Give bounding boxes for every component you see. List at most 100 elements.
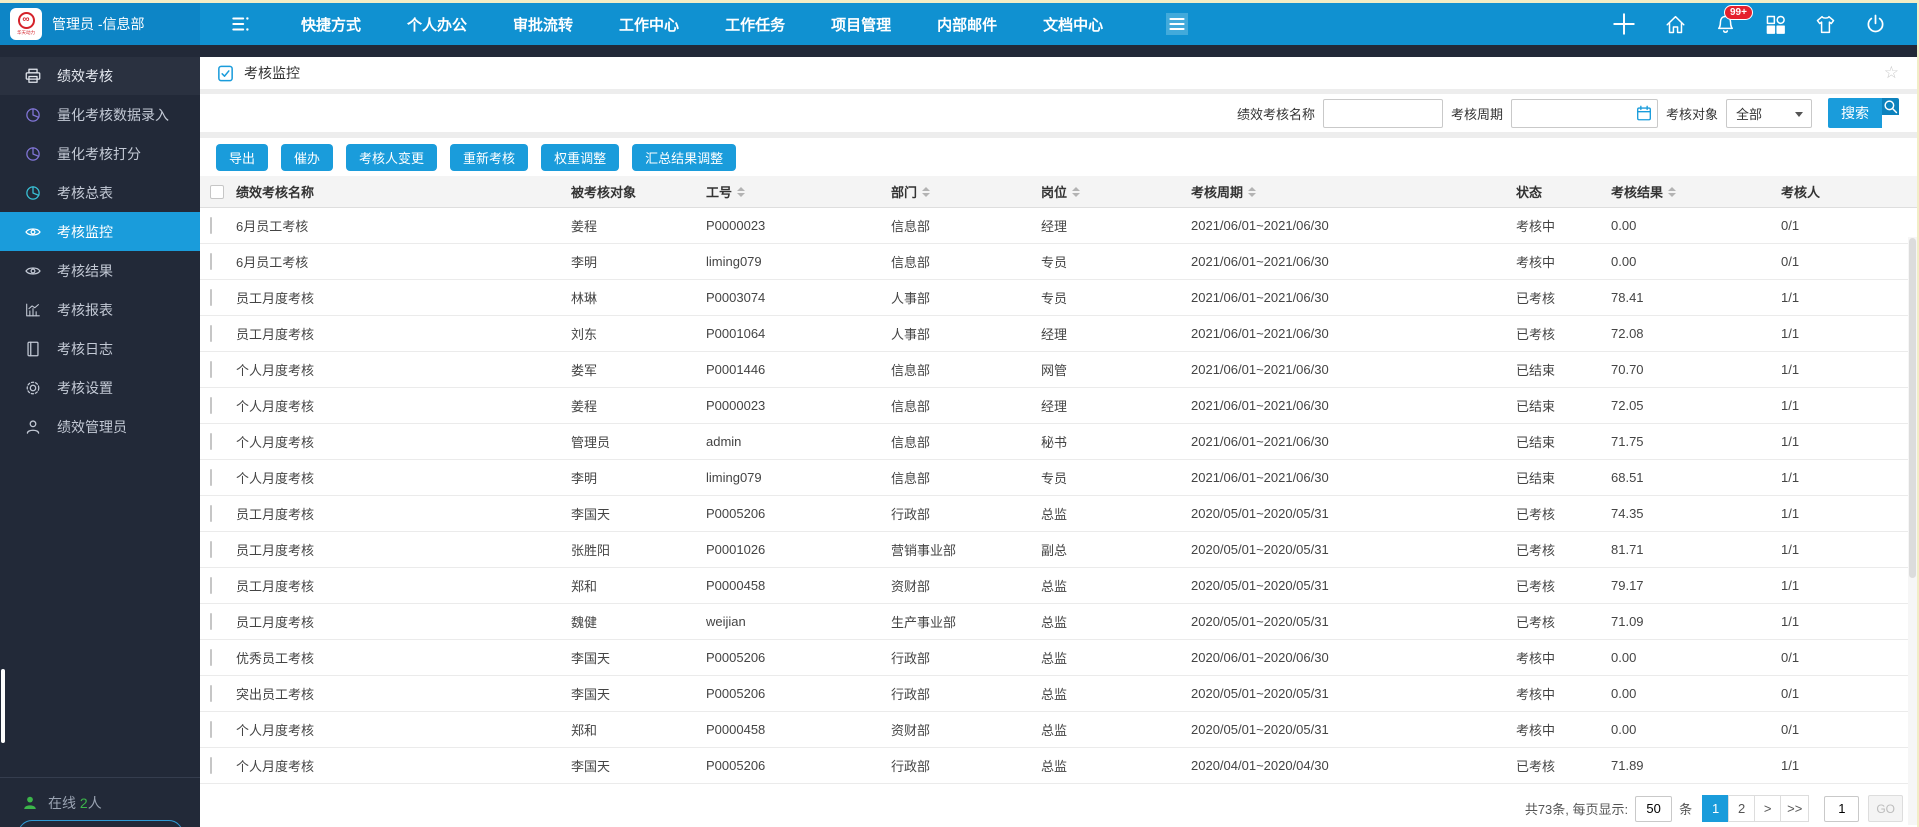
sidebar-item[interactable]: 考核总表 bbox=[0, 173, 200, 212]
page-button[interactable]: 2 bbox=[1728, 795, 1756, 822]
toolbar-button[interactable]: 催办 bbox=[281, 143, 334, 171]
row-checkbox[interactable] bbox=[210, 721, 212, 738]
table-scrollbar-thumb[interactable] bbox=[1909, 238, 1916, 578]
table-cell: 员工月度考核 bbox=[236, 579, 315, 594]
search-button[interactable]: 搜索 bbox=[1828, 98, 1899, 128]
toolbar-button[interactable]: 考核人变更 bbox=[346, 143, 438, 171]
table-row[interactable]: 6月员工考核 李明 liming079 信息部 专员 2021/06/01~2021/06… bbox=[200, 244, 1917, 280]
search-target-select[interactable]: 全部 bbox=[1726, 98, 1812, 128]
table-row[interactable]: 员工月度考核 郑和 P0000458 资财部 总监 2020/05/01~2020/05/… bbox=[200, 568, 1917, 604]
sidebar-scroll-handle[interactable] bbox=[1, 669, 5, 743]
row-checkbox[interactable] bbox=[210, 577, 212, 594]
nav-item[interactable]: 工作任务 bbox=[725, 14, 785, 35]
nav-item[interactable]: 快捷方式 bbox=[301, 14, 361, 35]
search-name-input[interactable] bbox=[1322, 98, 1443, 128]
search-period-input[interactable] bbox=[1510, 98, 1658, 128]
column-header-label: 绩效考核名称 bbox=[236, 185, 315, 200]
row-checkbox[interactable] bbox=[210, 325, 212, 342]
star-icon[interactable]: ☆ bbox=[1884, 63, 1899, 83]
nav-item[interactable]: 内部邮件 bbox=[937, 14, 997, 35]
row-checkbox[interactable] bbox=[210, 613, 212, 630]
sidebar-module-header[interactable]: 绩效考核 bbox=[0, 57, 200, 95]
column-header-label: 考核人 bbox=[1781, 185, 1821, 200]
table-scrollbar[interactable] bbox=[1908, 237, 1917, 825]
sidebar-item[interactable]: 考核日志 bbox=[0, 329, 200, 368]
table-row[interactable]: 优秀员工考核 李国天 P0005206 行政部 总监 2020/06/01~2020/06… bbox=[200, 640, 1917, 676]
table-row[interactable]: 个人月度考核 姜程 P0000023 信息部 经理 2021/06/01~2021/06/… bbox=[200, 388, 1917, 424]
sidebar-item[interactable]: 考核结果 bbox=[0, 251, 200, 290]
sort-arrows-icon[interactable] bbox=[1072, 186, 1081, 197]
table-row[interactable]: 员工月度考核 林琳 P0003074 人事部 专员 2021/06/01~2021/06/… bbox=[200, 280, 1917, 316]
row-checkbox[interactable] bbox=[210, 433, 212, 450]
sidebar-item[interactable]: 考核报表 bbox=[0, 290, 200, 329]
sidebar-item[interactable]: 量化考核数据录入 bbox=[0, 95, 200, 134]
column-header[interactable]: 考核周期 bbox=[1191, 182, 1516, 201]
toolbar-button[interactable]: 重新考核 bbox=[450, 143, 529, 171]
more-menu-button[interactable] bbox=[1166, 13, 1189, 35]
row-checkbox[interactable] bbox=[210, 649, 212, 666]
sort-arrows-icon[interactable] bbox=[922, 186, 931, 197]
table-row[interactable]: 员工月度考核 魏健 weijian 生产事业部 总监 2020/05/01~2020/05… bbox=[200, 604, 1917, 640]
toolbar-button[interactable]: 导出 bbox=[216, 143, 269, 171]
home-icon[interactable] bbox=[1664, 13, 1687, 36]
column-header[interactable]: 工号 bbox=[706, 182, 891, 201]
table-row[interactable]: 员工月度考核 张胜阳 P0001026 营销事业部 副总 2020/05/01~2020/… bbox=[200, 532, 1917, 568]
nav-item[interactable]: 文档中心 bbox=[1043, 14, 1103, 35]
go-button[interactable]: GO bbox=[1868, 795, 1903, 822]
sidebar-item[interactable]: 绩效管理员 bbox=[0, 407, 200, 446]
plus-icon[interactable] bbox=[1611, 11, 1637, 37]
table-row[interactable]: 员工月度考核 刘东 P0001064 人事部 经理 2021/06/01~2021/06/… bbox=[200, 316, 1917, 352]
table-row[interactable]: 个人月度考核 管理员 admin 信息部 秘书 2021/06/01~2021/06/30… bbox=[200, 424, 1917, 460]
page-button[interactable]: 1 bbox=[1702, 795, 1730, 822]
row-checkbox[interactable] bbox=[210, 541, 212, 558]
last-page-button[interactable]: >> bbox=[1780, 795, 1810, 822]
table-cell: 71.89 bbox=[1611, 758, 1644, 773]
table-row[interactable]: 个人月度考核 郑和 P0000458 资财部 总监 2020/05/01~2020/05/… bbox=[200, 712, 1917, 748]
select-all-checkbox[interactable] bbox=[210, 184, 224, 199]
row-checkbox[interactable] bbox=[210, 289, 212, 306]
next-page-button[interactable]: > bbox=[1754, 795, 1782, 822]
row-checkbox[interactable] bbox=[210, 361, 212, 378]
row-checkbox[interactable] bbox=[210, 685, 212, 702]
apps-icon[interactable] bbox=[1764, 13, 1787, 36]
toolbar-button[interactable]: 汇总结果调整 bbox=[632, 143, 737, 171]
row-checkbox[interactable] bbox=[210, 217, 212, 234]
sidebar-item[interactable]: 考核设置 bbox=[0, 368, 200, 407]
table-cell: 72.08 bbox=[1611, 326, 1644, 341]
table-row[interactable]: 个人月度考核 娄军 P0001446 信息部 网管 2021/06/01~2021/06/… bbox=[200, 352, 1917, 388]
power-icon[interactable] bbox=[1864, 13, 1887, 36]
row-checkbox[interactable] bbox=[210, 757, 212, 774]
column-header[interactable]: 考核结果 bbox=[1611, 182, 1781, 201]
row-checkbox[interactable] bbox=[210, 469, 212, 486]
table-row[interactable]: 突出员工考核 李国天 P0005206 行政部 总监 2020/05/01~2020/05… bbox=[200, 676, 1917, 712]
sidebar-bottom-button[interactable] bbox=[18, 820, 183, 827]
page-size-input[interactable] bbox=[1635, 795, 1673, 822]
sort-arrows-icon[interactable] bbox=[1668, 186, 1677, 197]
nav-item[interactable]: 项目管理 bbox=[831, 14, 891, 35]
nav-item[interactable]: 审批流转 bbox=[513, 14, 573, 35]
toolbar-button[interactable]: 权重调整 bbox=[541, 143, 620, 171]
bell-icon[interactable]: 99+ bbox=[1714, 4, 1753, 36]
table-cell: 总监 bbox=[1041, 759, 1068, 774]
table-row[interactable]: 6月员工考核 姜程 P0000023 信息部 经理 2021/06/01~2021/06/… bbox=[200, 208, 1917, 244]
table-cell: 2020/05/01~2020/05/31 bbox=[1191, 578, 1329, 593]
sort-arrows-icon[interactable] bbox=[1248, 186, 1257, 197]
table-row[interactable]: 个人月度考核 李国天 P0005206 行政部 总监 2020/04/01~2020/04… bbox=[200, 748, 1917, 784]
table-cell: 信息部 bbox=[891, 399, 931, 414]
sidebar-item[interactable]: 量化考核打分 bbox=[0, 134, 200, 173]
nav-item[interactable]: 工作中心 bbox=[619, 14, 679, 35]
column-header[interactable]: 部门 bbox=[891, 182, 1041, 201]
table-row[interactable]: 个人月度考核 李明 liming079 信息部 专员 2021/06/01~2021/06… bbox=[200, 460, 1917, 496]
table-row[interactable]: 员工月度考核 李国天 P0005206 行政部 总监 2020/05/01~2020/05… bbox=[200, 496, 1917, 532]
sort-arrows-icon[interactable] bbox=[737, 186, 746, 197]
table-cell: 信息部 bbox=[891, 255, 931, 270]
theme-shirt-icon[interactable] bbox=[1814, 13, 1837, 36]
sidebar-item[interactable]: 考核监控 bbox=[0, 212, 200, 251]
nav-item[interactable]: 个人办公 bbox=[407, 14, 467, 35]
row-checkbox[interactable] bbox=[210, 505, 212, 522]
column-header[interactable]: 岗位 bbox=[1041, 182, 1191, 201]
nav-list-icon[interactable] bbox=[230, 13, 252, 35]
row-checkbox[interactable] bbox=[210, 397, 212, 414]
row-checkbox[interactable] bbox=[210, 253, 212, 270]
goto-page-input[interactable] bbox=[1824, 795, 1860, 822]
